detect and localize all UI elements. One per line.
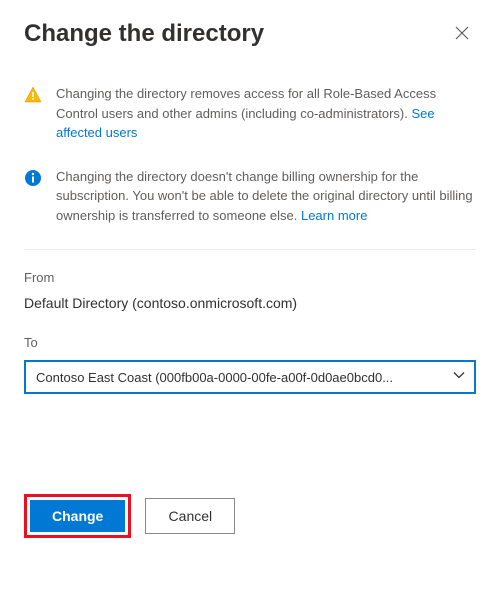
to-label: To [24,335,476,350]
warning-message: Changing the directory removes access fo… [24,84,476,143]
change-button[interactable]: Change [30,500,125,532]
to-directory-select[interactable]: Contoso East Coast (000fb00a-0000-00fe-a… [24,360,476,394]
change-button-highlight: Change [24,494,131,538]
close-button[interactable] [448,20,476,48]
close-icon [455,26,469,43]
warning-text: Changing the directory removes access fo… [56,84,476,143]
info-text: Changing the directory doesn't change bi… [56,167,476,226]
from-value: Default Directory (contoso.onmicrosoft.c… [24,295,476,311]
info-icon [24,169,42,187]
info-message: Changing the directory doesn't change bi… [24,167,476,226]
warning-icon [24,86,42,104]
divider [24,249,476,250]
learn-more-link[interactable]: Learn more [301,208,367,223]
dialog-title: Change the directory [24,20,264,48]
cancel-button[interactable]: Cancel [145,498,235,534]
from-label: From [24,270,476,285]
